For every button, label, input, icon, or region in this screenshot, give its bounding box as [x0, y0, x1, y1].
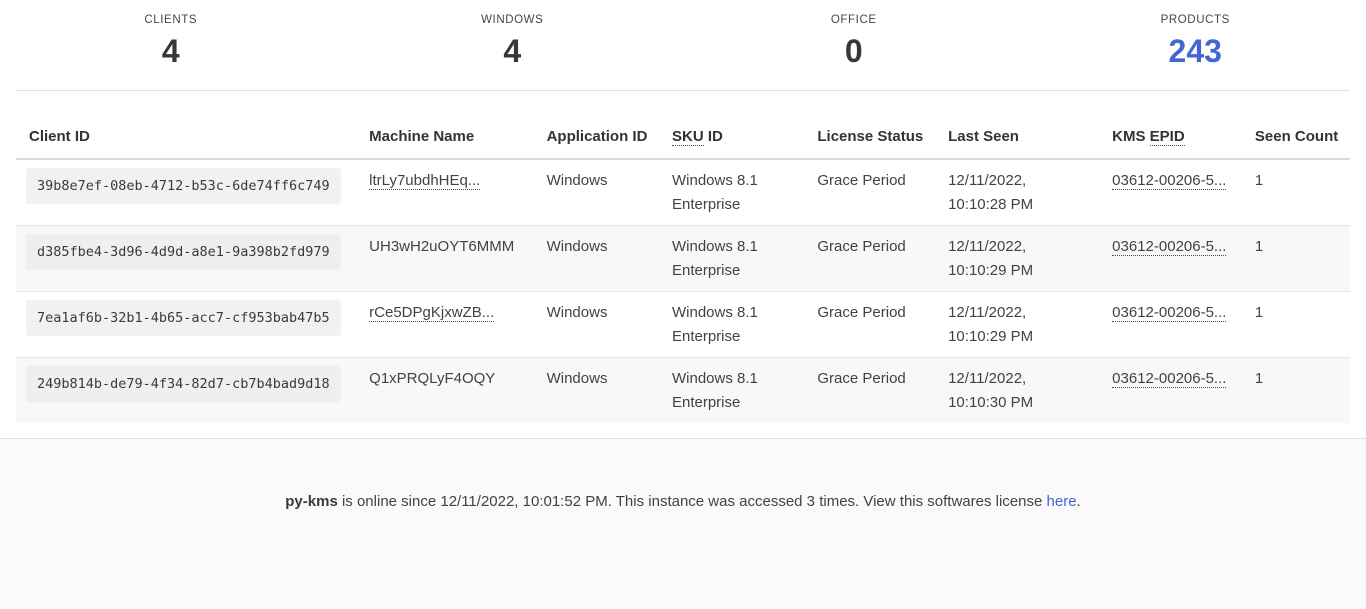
client-id-code: d385fbe4-3d96-4d9d-a8e1-9a398b2fd979	[26, 234, 341, 270]
cell-kms-epid: 03612-00206-5...	[1099, 292, 1242, 358]
stat-label: PRODUCTS	[1025, 14, 1366, 27]
cell-application-id: Windows	[534, 159, 659, 226]
cell-license-status: Grace Period	[804, 358, 935, 424]
stat-value: 4	[342, 34, 684, 68]
column-header-last-seen: Last Seen	[935, 128, 1099, 159]
footer-status-text: is online since 12/11/2022, 10:01:52 PM.…	[338, 493, 1047, 510]
machine-name-link[interactable]: rCe5DPgKjxwZB...	[369, 304, 494, 322]
machine-name-text: UH3wH2uOYT6MMM	[369, 238, 514, 255]
stat-products: PRODUCTS 243	[1025, 14, 1366, 68]
footer-period: .	[1077, 493, 1081, 510]
stat-windows: WINDOWS 4	[342, 14, 684, 68]
machine-name-link[interactable]: ltrLy7ubdhHEq...	[369, 172, 480, 190]
stat-label: CLIENTS	[0, 14, 342, 27]
cell-application-id: Windows	[534, 226, 659, 292]
cell-machine-name: rCe5DPgKjxwZB...	[356, 292, 533, 358]
status-footer: py-kms is online since 12/11/2022, 10:01…	[0, 438, 1366, 609]
stats-divider	[16, 90, 1350, 91]
cell-last-seen: 12/11/2022, 10:10:29 PM	[935, 292, 1099, 358]
app-name: py-kms	[285, 493, 338, 510]
stats-bar: CLIENTS4WINDOWS4OFFICE0PRODUCTS243	[0, 0, 1366, 68]
cell-sku-id: Windows 8.1 Enterprise	[659, 159, 804, 226]
cell-kms-epid: 03612-00206-5...	[1099, 358, 1242, 424]
column-header-machine-name: Machine Name	[356, 128, 533, 159]
kms-epid-link[interactable]: 03612-00206-5...	[1112, 238, 1226, 256]
cell-sku-id: Windows 8.1 Enterprise	[659, 226, 804, 292]
table-header: Client IDMachine NameApplication IDSKU I…	[16, 128, 1350, 159]
cell-last-seen: 12/11/2022, 10:10:30 PM	[935, 358, 1099, 424]
cell-machine-name: ltrLy7ubdhHEq...	[356, 159, 533, 226]
client-id-code: 249b814b-de79-4f34-82d7-cb7b4bad9d18	[26, 366, 341, 402]
cell-client-id: 7ea1af6b-32b1-4b65-acc7-cf953bab47b5	[16, 292, 356, 358]
stat-label: WINDOWS	[342, 14, 684, 27]
cell-license-status: Grace Period	[804, 292, 935, 358]
kms-epid-link[interactable]: 03612-00206-5...	[1112, 304, 1226, 322]
machine-name-text: Q1xPRQLyF4OQY	[369, 370, 495, 387]
stat-value[interactable]: 243	[1025, 34, 1366, 68]
cell-client-id: 249b814b-de79-4f34-82d7-cb7b4bad9d18	[16, 358, 356, 424]
stat-clients: CLIENTS 4	[0, 14, 342, 68]
table-row: d385fbe4-3d96-4d9d-a8e1-9a398b2fd979 UH3w…	[16, 226, 1350, 292]
table-row: 7ea1af6b-32b1-4b65-acc7-cf953bab47b5 rCe5…	[16, 292, 1350, 358]
column-header-client-id: Client ID	[16, 128, 356, 159]
abbr-epid: EPID	[1150, 128, 1185, 146]
stat-label: OFFICE	[683, 14, 1025, 27]
cell-license-status: Grace Period	[804, 159, 935, 226]
abbr-sku: SKU	[672, 128, 704, 146]
column-header-application-id: Application ID	[534, 128, 659, 159]
cell-license-status: Grace Period	[804, 226, 935, 292]
kms-epid-link[interactable]: 03612-00206-5...	[1112, 370, 1226, 388]
cell-seen-count: 1	[1242, 159, 1350, 226]
column-header-sku-id: SKU ID	[659, 128, 804, 159]
cell-kms-epid: 03612-00206-5...	[1099, 226, 1242, 292]
table-row: 39b8e7ef-08eb-4712-b53c-6de74ff6c749 ltrL…	[16, 159, 1350, 226]
column-header-license-status: License Status	[804, 128, 935, 159]
cell-application-id: Windows	[534, 358, 659, 424]
column-header-seen-count: Seen Count	[1242, 128, 1350, 159]
cell-seen-count: 1	[1242, 226, 1350, 292]
kms-epid-link[interactable]: 03612-00206-5...	[1112, 172, 1226, 190]
client-id-code: 39b8e7ef-08eb-4712-b53c-6de74ff6c749	[26, 168, 341, 204]
cell-application-id: Windows	[534, 292, 659, 358]
cell-seen-count: 1	[1242, 292, 1350, 358]
cell-client-id: 39b8e7ef-08eb-4712-b53c-6de74ff6c749	[16, 159, 356, 226]
license-link[interactable]: here	[1047, 493, 1077, 510]
client-id-code: 7ea1af6b-32b1-4b65-acc7-cf953bab47b5	[26, 300, 341, 336]
stat-office: OFFICE 0	[683, 14, 1025, 68]
cell-client-id: d385fbe4-3d96-4d9d-a8e1-9a398b2fd979	[16, 226, 356, 292]
table-row: 249b814b-de79-4f34-82d7-cb7b4bad9d18 Q1xP…	[16, 358, 1350, 424]
cell-machine-name: UH3wH2uOYT6MMM	[356, 226, 533, 292]
cell-kms-epid: 03612-00206-5...	[1099, 159, 1242, 226]
stat-value: 0	[683, 34, 1025, 68]
stat-value: 4	[0, 34, 342, 68]
clients-table-container: Client IDMachine NameApplication IDSKU I…	[16, 128, 1350, 423]
cell-machine-name: Q1xPRQLyF4OQY	[356, 358, 533, 424]
cell-seen-count: 1	[1242, 358, 1350, 424]
cell-sku-id: Windows 8.1 Enterprise	[659, 292, 804, 358]
clients-table: Client IDMachine NameApplication IDSKU I…	[16, 128, 1350, 423]
cell-last-seen: 12/11/2022, 10:10:28 PM	[935, 159, 1099, 226]
cell-sku-id: Windows 8.1 Enterprise	[659, 358, 804, 424]
cell-last-seen: 12/11/2022, 10:10:29 PM	[935, 226, 1099, 292]
column-header-kms-epid: KMS EPID	[1099, 128, 1242, 159]
